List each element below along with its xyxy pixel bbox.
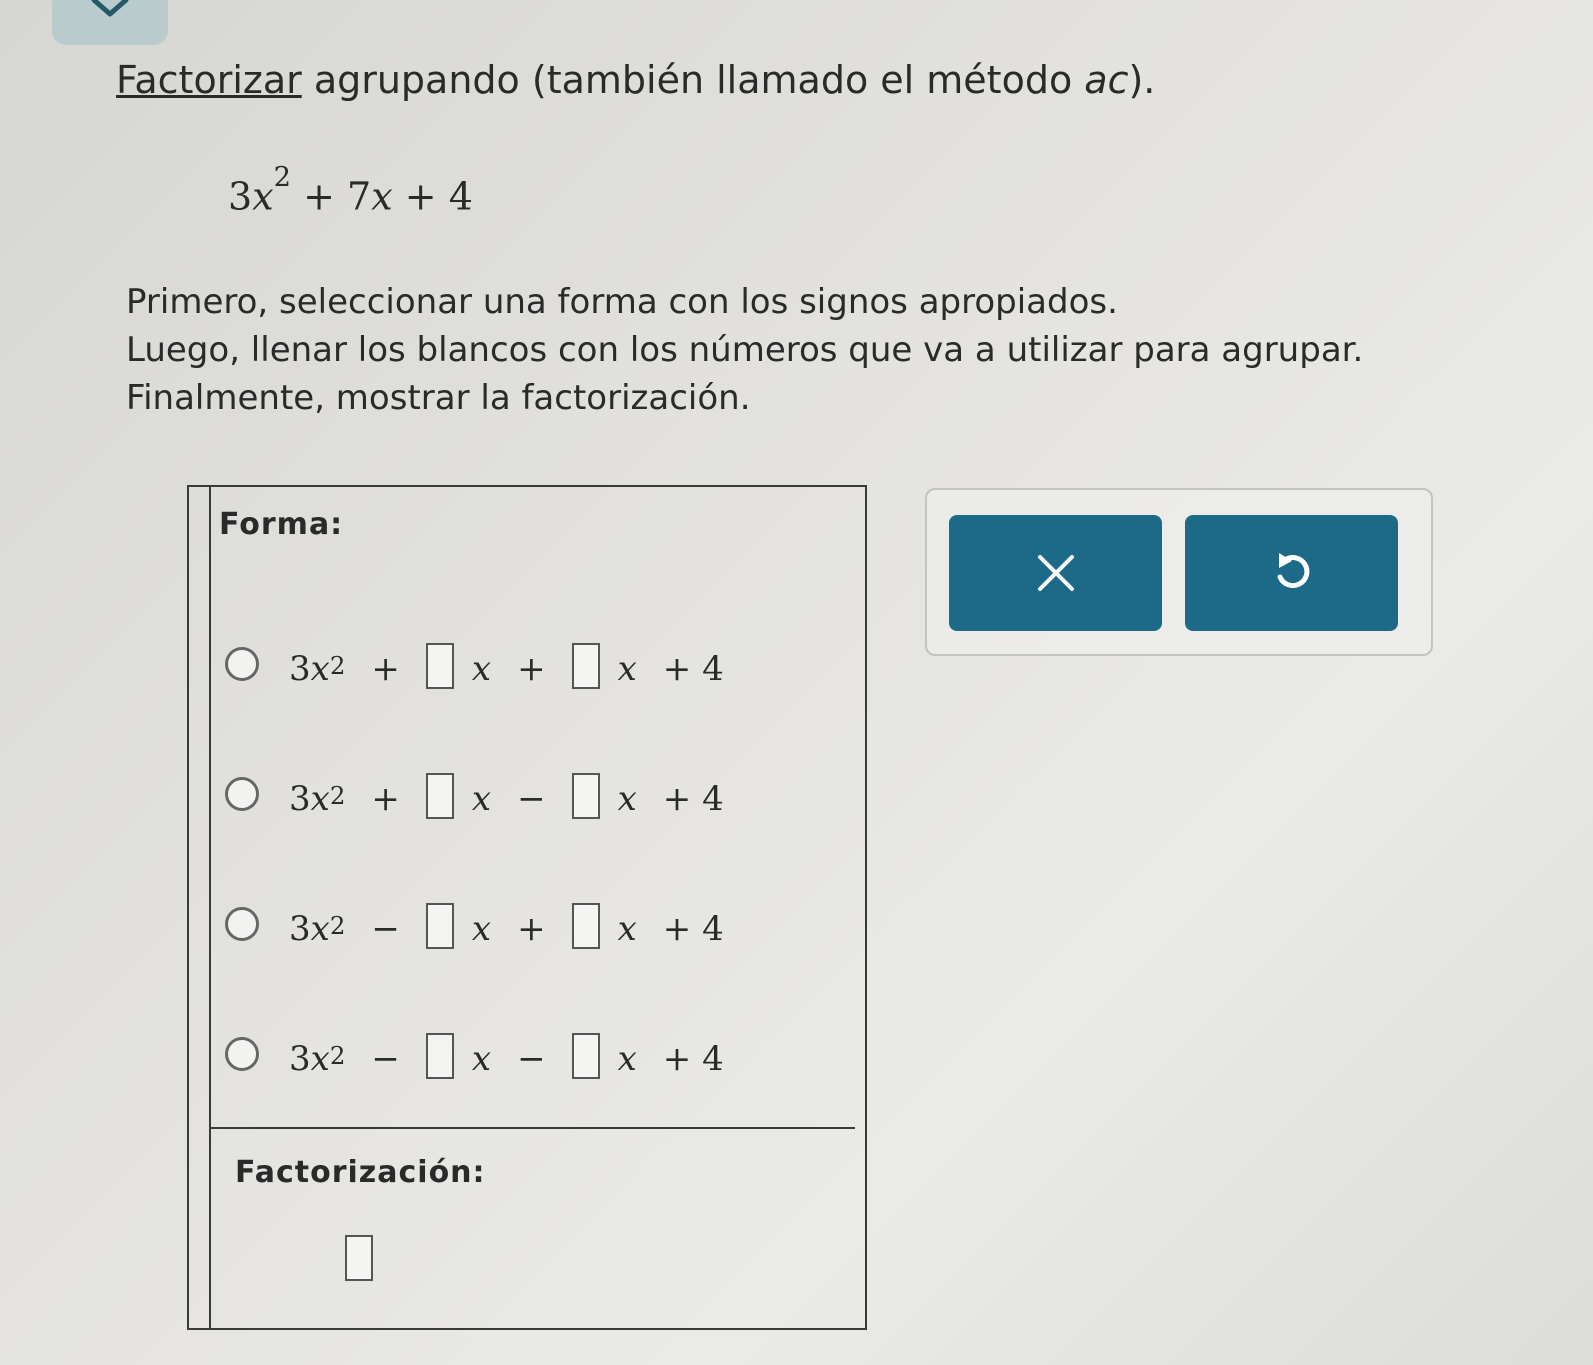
expr-exponent: 2 [329, 1041, 346, 1071]
forma-expression: 3x2 − x + x + 4 [289, 903, 750, 949]
poly-lead: 3 [228, 174, 253, 219]
forma-option-3: 3x2 − x + x + 4 [225, 859, 750, 949]
expr-sign-2: − [517, 1039, 546, 1079]
clear-button[interactable] [949, 515, 1162, 631]
title-ac: ac [1084, 58, 1129, 102]
forma-option-4: 3x2 − x − x + 4 [225, 989, 750, 1079]
blank-input[interactable] [425, 773, 454, 819]
radio-button[interactable] [225, 777, 259, 811]
forma-expression: 3x2 − x − x + 4 [289, 1033, 750, 1079]
blank-input[interactable] [425, 1033, 454, 1079]
radio-button[interactable] [225, 1037, 259, 1071]
radio-button[interactable] [225, 907, 259, 941]
expr-tail: + 4 [662, 649, 724, 689]
given-polynomial: 3x2 + 7x + 4 [228, 162, 473, 219]
expr-sign-2: + [517, 649, 546, 689]
problem-title: Factorizar agrupando (también llamado el… [116, 58, 1155, 102]
instruction-line: Primero, seleccionar una forma con los s… [126, 282, 1118, 322]
poly-x: x [252, 174, 274, 219]
expr-x: x [471, 909, 492, 949]
expr-exponent: 2 [329, 651, 346, 681]
poly-exponent: 2 [273, 162, 292, 194]
answer-box-rule [209, 487, 211, 1328]
collapse-tab[interactable] [52, 0, 168, 45]
poly-c-term: + 4 [404, 174, 473, 219]
expr-x: x [310, 909, 330, 949]
expr-sign-1: + [371, 649, 400, 689]
section-divider [209, 1127, 855, 1129]
expr-x: x [310, 649, 330, 689]
instruction-line: Luego, llenar los blancos con los número… [126, 330, 1364, 370]
expr-x: x [310, 779, 330, 819]
expr-lead: 3 [289, 779, 311, 819]
blank-input[interactable] [571, 1033, 600, 1079]
forma-expression: 3x2 + x + x + 4 [289, 643, 750, 689]
forma-option-1: 3x2 + x + x + 4 [225, 599, 750, 689]
blank-input[interactable] [571, 643, 600, 689]
expr-x: x [617, 779, 637, 819]
expr-sign-2: + [517, 909, 546, 949]
chevron-down-icon [91, 0, 129, 17]
instruction-line: Finalmente, mostrar la factorización. [126, 378, 751, 418]
title-text-mid: agrupando (también llamado el método [301, 58, 1085, 102]
tool-panel [925, 488, 1433, 656]
forma-option-2: 3x2 + x − x + 4 [225, 729, 750, 819]
blank-input[interactable] [571, 903, 600, 949]
blank-input[interactable] [425, 643, 454, 689]
factorization-input[interactable] [345, 1235, 373, 1281]
undo-button[interactable] [1185, 515, 1398, 631]
x-icon [1037, 555, 1074, 591]
factorizar-link[interactable]: Factorizar [116, 58, 302, 102]
expr-sign-1: − [371, 909, 400, 949]
undo-icon [1277, 553, 1309, 588]
expr-tail: + 4 [662, 1039, 724, 1079]
expr-x: x [471, 1039, 492, 1079]
expr-x: x [471, 649, 492, 689]
forma-expression: 3x2 + x − x + 4 [289, 773, 750, 819]
poly-x2: x [371, 174, 393, 219]
expr-x: x [310, 1039, 330, 1079]
answer-box: Forma: 3x2 + x + x + 4 3x2 + x − x + 4 3… [187, 485, 867, 1330]
expr-tail: + 4 [662, 909, 724, 949]
forma-label: Forma: [219, 507, 344, 542]
expr-exponent: 2 [329, 781, 346, 811]
expr-x: x [617, 909, 637, 949]
expr-x: x [617, 1039, 637, 1079]
blank-input[interactable] [425, 903, 454, 949]
instructions: Primero, seleccionar una forma con los s… [126, 278, 1363, 422]
expr-x: x [617, 649, 637, 689]
radio-button[interactable] [225, 647, 259, 681]
expr-lead: 3 [289, 649, 311, 689]
factorizacion-label: Factorización: [235, 1155, 486, 1190]
expr-sign-1: − [371, 1039, 400, 1079]
expr-lead: 3 [289, 1039, 311, 1079]
blank-input[interactable] [571, 773, 600, 819]
expr-sign-2: − [517, 779, 546, 819]
expr-x: x [471, 779, 492, 819]
expr-lead: 3 [289, 909, 311, 949]
title-text-end: ). [1128, 58, 1156, 102]
expr-tail: + 4 [662, 779, 724, 819]
expr-sign-1: + [371, 779, 400, 819]
poly-b-term: + 7 [303, 174, 372, 219]
expr-exponent: 2 [329, 911, 346, 941]
